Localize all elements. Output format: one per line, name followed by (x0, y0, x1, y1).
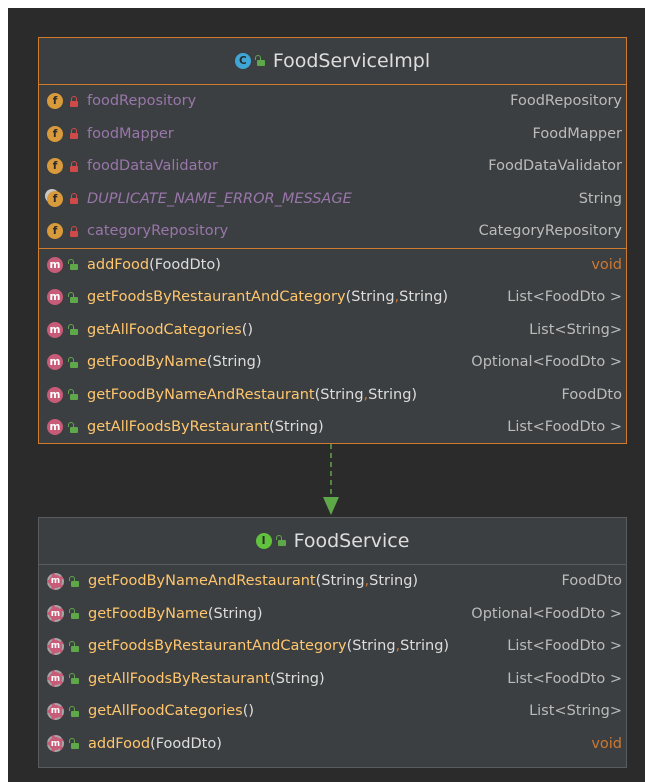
method-return-type: List<String> (529, 703, 622, 720)
method-return-type: List<FoodDto > (507, 670, 622, 687)
abstract-method-icon: m (47, 637, 64, 655)
method-return-type: Optional<FoodDto > (471, 605, 622, 622)
method-params: String) (400, 638, 450, 655)
interface-header: I FoodService (39, 518, 626, 565)
method-return-type: FoodDto (561, 573, 623, 590)
method-row[interactable]: m getAllFoodCategories () List<String> (39, 695, 626, 728)
method-name: getFoodByName (88, 605, 208, 622)
interface-title: FoodService (293, 530, 410, 552)
unlocked-icon (275, 535, 286, 546)
method-params: (String (346, 638, 396, 655)
unlocked-icon (69, 673, 79, 685)
method-row[interactable]: m getFoodByNameAndRestaurant (String, St… (39, 565, 626, 598)
interface-box-foodservice[interactable]: I FoodService m getFoodByNameAndRestaura… (38, 517, 627, 768)
unlocked-icon (69, 640, 79, 652)
method-params: (String) (270, 670, 325, 687)
methods-section: m getFoodByNameAndRestaurant (String, St… (39, 565, 626, 760)
method-name: getAllFoodCategories (88, 703, 243, 720)
unlocked-icon (69, 738, 79, 750)
abstract-method-icon: m (47, 702, 64, 720)
arrow-head-icon (323, 497, 339, 515)
method-row[interactable]: m getFoodsByRestaurantAndCategory (Strin… (39, 630, 626, 663)
method-name: getFoodsByRestaurantAndCategory (88, 638, 347, 655)
unlocked-icon (69, 575, 79, 587)
method-return-type: List<FoodDto > (507, 638, 622, 655)
diagram-canvas: C FoodServiceImpl f foodRepository FoodR… (8, 8, 645, 782)
abstract-method-icon: m (47, 735, 64, 753)
unlocked-icon (69, 705, 79, 717)
method-params: String) (369, 573, 419, 590)
abstract-method-icon: m (47, 572, 64, 590)
method-return-type: void (591, 735, 622, 752)
method-row[interactable]: m getAllFoodsByRestaurant (String) List<… (39, 663, 626, 696)
method-name: addFood (88, 735, 151, 752)
unlocked-icon (69, 608, 79, 620)
method-row[interactable]: m getFoodByName (String) Optional<FoodDt… (39, 598, 626, 631)
method-params: (FoodDto) (150, 735, 222, 752)
method-params: (String (315, 573, 365, 590)
method-params: () (242, 703, 255, 720)
interface-icon: I (255, 533, 272, 549)
abstract-method-icon: m (47, 670, 64, 688)
method-name: getAllFoodsByRestaurant (88, 670, 271, 687)
method-params: (String) (207, 605, 263, 622)
method-name: getFoodByNameAndRestaurant (88, 573, 316, 590)
method-row[interactable]: m addFood (FoodDto) void (39, 728, 626, 761)
abstract-method-icon: m (47, 605, 64, 623)
